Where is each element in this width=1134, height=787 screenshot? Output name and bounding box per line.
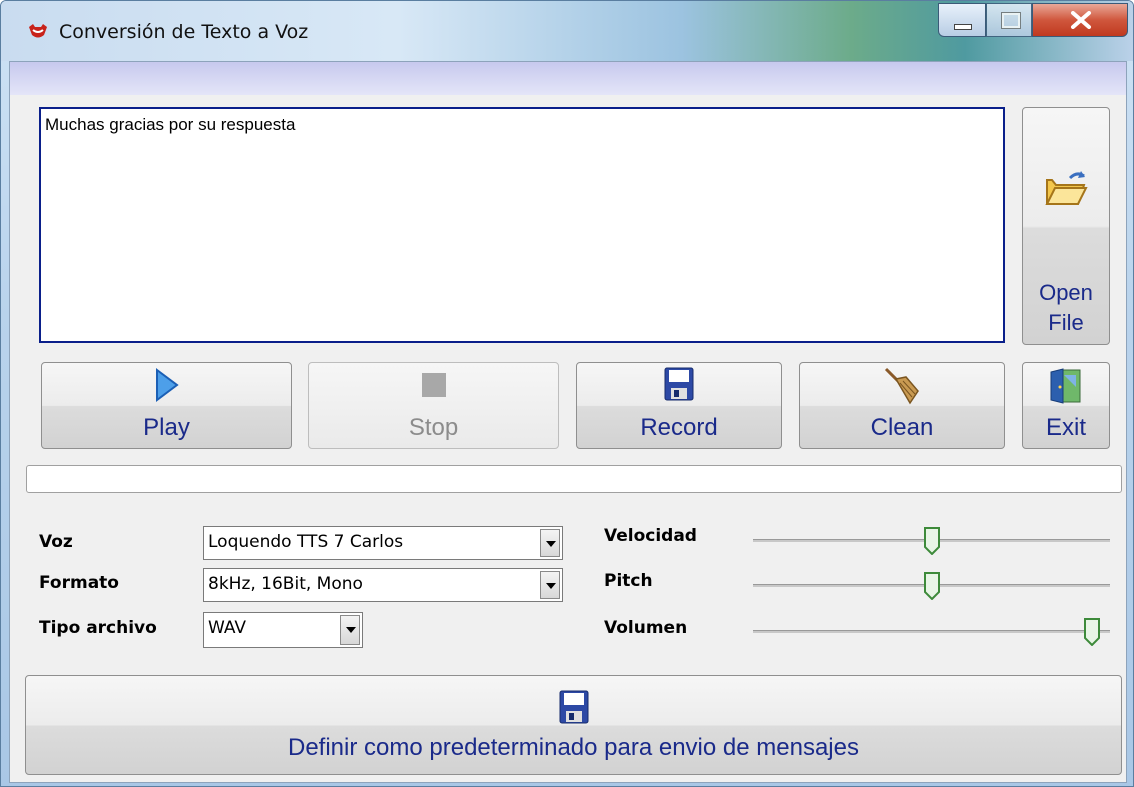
tipo-archivo-select[interactable]: WAV [203, 612, 363, 648]
clean-label: Clean [870, 414, 934, 441]
chevron-down-icon[interactable] [540, 571, 560, 599]
minimize-button[interactable] [938, 3, 986, 37]
slider-thumb[interactable] [1083, 618, 1101, 646]
text-input-area[interactable]: Muchas gracias por su respuesta [39, 107, 1005, 343]
open-file-button[interactable]: Open File [1022, 107, 1110, 345]
window-title: Conversión de Texto a Voz [59, 21, 309, 43]
play-label: Play [143, 414, 190, 441]
title-bar: Conversión de Texto a Voz [1, 1, 1133, 61]
maximize-button[interactable] [986, 3, 1032, 37]
close-icon [1071, 11, 1091, 29]
open-folder-icon [1045, 171, 1088, 205]
app-logo-icon [29, 24, 47, 38]
slider-thumb[interactable] [923, 527, 941, 555]
progress-bar [26, 465, 1122, 493]
save-disk-icon [559, 690, 588, 724]
slider-thumb[interactable] [923, 572, 941, 600]
formato-value: 8kHz, 16Bit, Mono [208, 574, 363, 594]
record-label: Record [640, 414, 718, 441]
client-area: Muchas gracias por su respuesta Open Fil… [9, 61, 1127, 783]
tipo-archivo-value: WAV [208, 618, 247, 638]
formato-select[interactable]: 8kHz, 16Bit, Mono [203, 568, 563, 602]
stop-icon [421, 373, 446, 397]
chevron-down-icon[interactable] [540, 529, 560, 557]
app-window: Conversión de Texto a Voz Muchas gracias… [0, 0, 1134, 787]
exit-door-icon [1050, 368, 1081, 404]
define-default-button[interactable]: Definir como predeterminado para envio d… [25, 675, 1122, 775]
voz-select[interactable]: Loquendo TTS 7 Carlos [203, 526, 563, 560]
velocidad-label: Velocidad [604, 526, 697, 546]
stop-button[interactable]: Stop [308, 362, 559, 449]
voz-value: Loquendo TTS 7 Carlos [208, 532, 404, 552]
chevron-down-icon[interactable] [340, 615, 360, 645]
volumen-slider[interactable] [753, 615, 1110, 646]
exit-label: Exit [1045, 414, 1086, 441]
velocidad-slider[interactable] [753, 524, 1110, 555]
voz-label: Voz [39, 532, 73, 552]
slider-track [753, 630, 1110, 633]
open-file-label: Open File [1039, 280, 1093, 335]
close-button[interactable] [1032, 3, 1128, 37]
record-button[interactable]: Record [576, 362, 782, 449]
header-band [10, 62, 1126, 95]
stop-label: Stop [408, 414, 459, 441]
clean-button[interactable]: Clean [799, 362, 1005, 449]
formato-label: Formato [39, 573, 119, 593]
minimize-icon [954, 24, 972, 30]
maximize-icon [1002, 13, 1020, 28]
define-default-label: Definir como predeterminado para envio d… [288, 734, 859, 761]
broom-icon [884, 367, 919, 405]
volumen-label: Volumen [604, 618, 688, 638]
tipo-archivo-label: Tipo archivo [39, 618, 157, 638]
play-icon [155, 368, 179, 402]
play-button[interactable]: Play [41, 362, 292, 449]
pitch-label: Pitch [604, 571, 653, 591]
save-disk-icon [664, 367, 694, 401]
exit-button[interactable]: Exit [1022, 362, 1110, 449]
pitch-slider[interactable] [753, 569, 1110, 600]
